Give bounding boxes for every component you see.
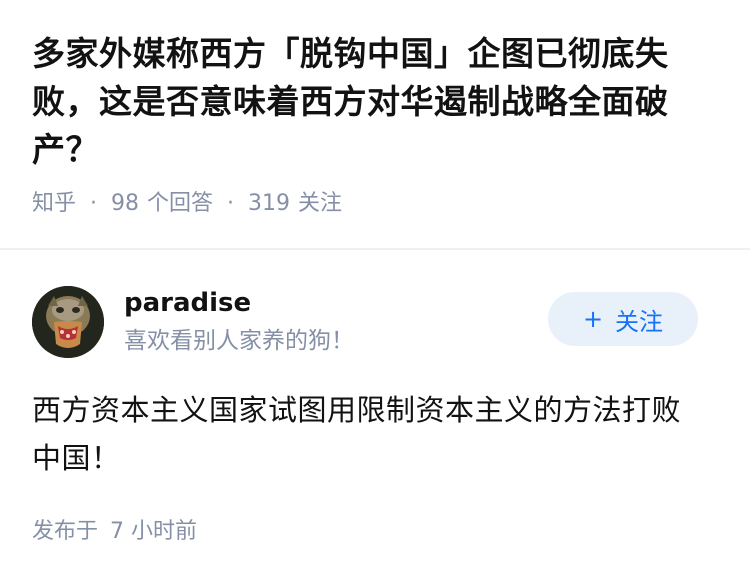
answer-card: paradise 喜欢看别人家养的狗！ + 关注 西方资本主义国家试图用限制资本… xyxy=(0,250,750,548)
question-meta: 知乎 · 98 个回答 · 319 关注 xyxy=(32,188,718,220)
avatar-icon xyxy=(32,286,104,358)
publish-time: 发布于 7 小时前 xyxy=(32,516,718,548)
follow-count: 319 xyxy=(248,191,291,216)
page: 多家外媒称西方「脱钩中国」企图已彻底失败，这是否意味着西方对华遏制战略全面破产？… xyxy=(0,0,750,588)
author-name[interactable]: paradise xyxy=(124,286,354,320)
question-header: 多家外媒称西方「脱钩中国」企图已彻底失败，这是否意味着西方对华遏制战略全面破产？… xyxy=(0,0,750,250)
answer-content[interactable]: 西方资本主义国家试图用限制资本主义的方法打败中国！ xyxy=(32,386,718,482)
plus-icon: + xyxy=(582,305,604,333)
avatar[interactable] xyxy=(32,286,104,358)
author-info: paradise 喜欢看别人家养的狗！ xyxy=(124,286,354,358)
publish-time-prefix: 发布于 xyxy=(32,519,99,544)
question-title[interactable]: 多家外媒称西方「脱钩中国」企图已彻底失败，这是否意味着西方对华遏制战略全面破产？ xyxy=(32,30,718,174)
author-row: paradise 喜欢看别人家养的狗！ + 关注 xyxy=(32,284,718,360)
meta-separator: · xyxy=(90,191,98,216)
meta-separator: · xyxy=(227,191,235,216)
source-label[interactable]: 知乎 xyxy=(32,188,76,220)
follow-button-label: 关注 xyxy=(615,307,664,336)
author-bio: 喜欢看别人家养的狗！ xyxy=(124,328,354,354)
follow-button[interactable]: + 关注 xyxy=(548,292,698,346)
answer-count-label: 个回答 xyxy=(147,191,214,216)
answer-count: 98 xyxy=(111,191,140,216)
follow-count-label: 关注 xyxy=(298,191,343,216)
publish-time-value: 7 小时前 xyxy=(110,519,198,544)
